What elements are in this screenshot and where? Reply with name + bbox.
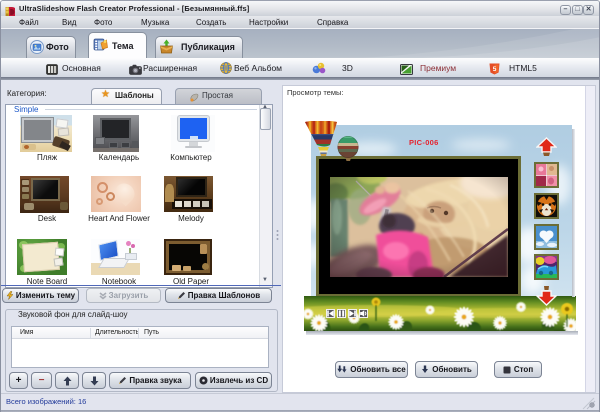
svg-text:5: 5 xyxy=(493,66,497,73)
